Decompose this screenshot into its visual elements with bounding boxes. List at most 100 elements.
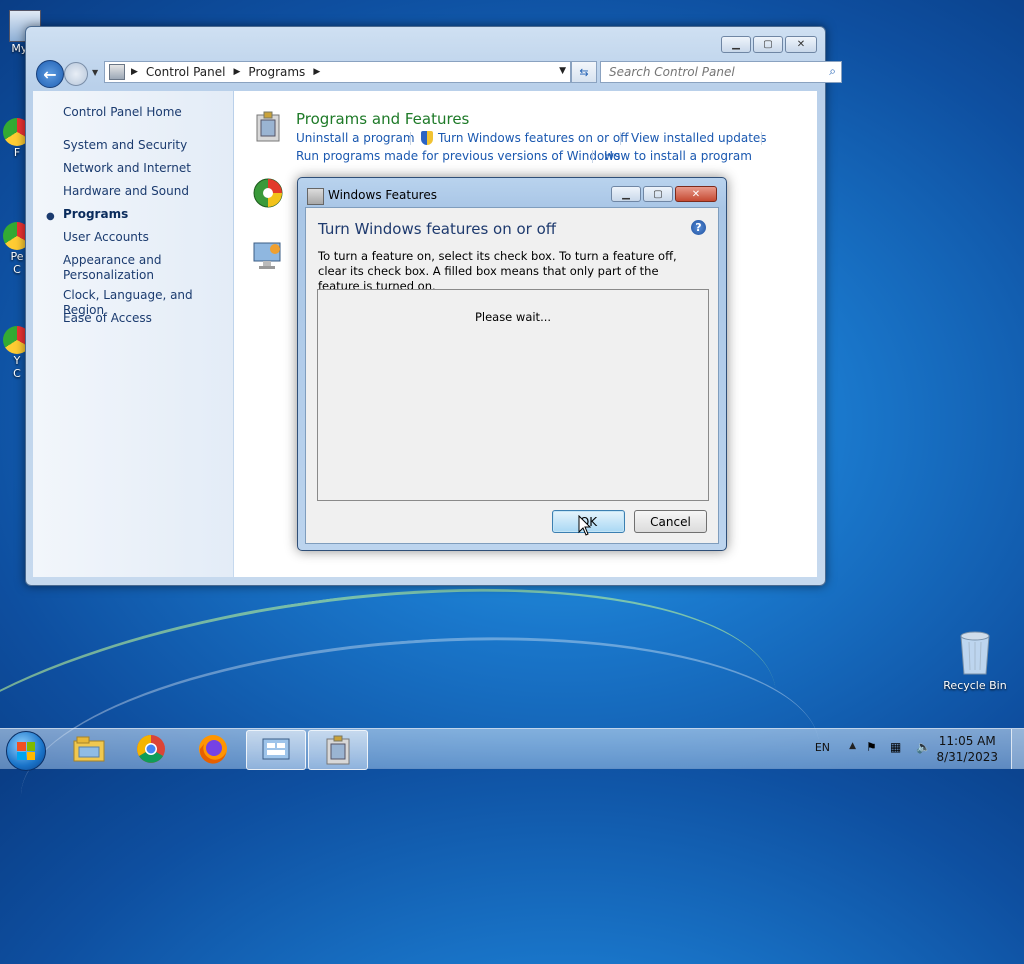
sidebar-item-control-panel-home[interactable]: Control Panel Home [63,105,182,120]
view-updates-link[interactable]: View installed updates [631,131,767,145]
action-center-flag-icon[interactable]: ⚑ [866,740,882,756]
windows-features-icon [307,188,324,205]
sidebar-item-hardware[interactable]: Hardware and Sound [63,184,189,199]
link-separator [592,150,593,163]
desktop-icon-label: F [13,146,21,159]
sidebar-item-user-accounts[interactable]: User Accounts [63,230,149,245]
how-to-install-link[interactable]: How to install a program [604,149,752,163]
maximize-button[interactable]: ▢ [753,36,783,53]
network-icon[interactable]: ▦ [890,740,906,756]
dialog-minimize-button[interactable]: ▁ [611,186,641,202]
uninstall-program-link[interactable]: Uninstall a program [296,131,415,145]
address-dropdown-icon[interactable]: ▼ [559,66,566,76]
sidebar-item-appearance[interactable]: Appearance and Personalization [63,253,161,283]
sidebar-item-system-security[interactable]: System and Security [63,138,187,153]
recycle-bin-icon [960,631,990,675]
search-icon[interactable]: ⌕ [829,64,836,79]
desktop-icon-recycle-bin[interactable]: Recycle Bin [940,630,1010,692]
minimize-icon: ▁ [732,39,740,50]
windows-features-link[interactable]: Turn Windows features on or off [438,131,629,145]
control-panel-icon [262,738,290,760]
show-desktop-button[interactable] [1011,729,1024,769]
dialog-description: To turn a feature on, select its check b… [318,249,677,293]
volume-muted-icon[interactable]: 🔈 [916,740,932,756]
breadcrumb-separator[interactable]: ▶ [131,67,138,77]
clock[interactable]: 11:05 AM 8/31/2023 [936,733,998,765]
dialog-heading: Turn Windows features on or off [318,220,557,238]
sidebar-item-network[interactable]: Network and Internet [63,161,191,176]
taskbar-explorer[interactable] [60,730,118,768]
recent-pages-dropdown[interactable]: ▼ [92,68,98,77]
taskbar: EN ▲ ⚑ ▦ 🔈 11:05 AM 8/31/2023 [0,728,1024,771]
cancel-button[interactable]: Cancel [634,510,707,533]
sidebar: Control Panel Home System and Security N… [33,91,233,577]
dialog-body: Turn Windows features on or off ? To tur… [305,207,719,544]
desktop-icon-label: Y [13,354,21,367]
breadcrumb-separator[interactable]: ▶ [234,67,241,77]
sidebar-item-label: Appearance and [63,253,162,267]
windows-logo-icon [17,742,35,760]
language-indicator[interactable]: EN [815,741,830,754]
chrome-icon [137,735,165,763]
forward-button[interactable] [64,62,88,86]
run-older-programs-link[interactable]: Run programs made for previous versions … [296,149,620,163]
search-box[interactable]: ⌕ [600,61,842,83]
dialog-close-button[interactable]: ✕ [675,186,717,202]
back-button[interactable]: ← [36,60,64,88]
explorer-icon [73,736,105,762]
maximize-icon: ▢ [763,39,773,50]
address-bar[interactable]: ▶ Control Panel ▶ Programs ▶ ▼ [104,61,571,83]
refresh-icon: ⇆ [579,65,589,79]
desktop-gadgets-icon[interactable] [252,239,284,271]
dialog-caption-buttons: ▁ ▢ ✕ [611,186,717,202]
clock-date: 8/31/2023 [936,750,998,764]
features-tree[interactable]: Please wait... [317,289,709,501]
programs-features-title[interactable]: Programs and Features [296,110,469,128]
minimize-icon: ▁ [622,188,630,200]
link-separator [620,132,621,145]
desktop-icon-label: C [13,367,21,380]
active-bullet: ● [46,211,55,222]
help-icon[interactable]: ? [691,220,706,235]
sidebar-item-label: Personalization [63,268,154,282]
close-button[interactable]: ✕ [785,36,817,53]
search-input[interactable] [607,62,821,82]
mouse-cursor-icon [578,515,592,536]
refresh-button[interactable]: ⇆ [571,61,597,83]
link-separator [761,132,762,145]
breadcrumb-control-panel[interactable]: Control Panel [146,65,226,79]
default-programs-icon[interactable] [252,177,284,209]
system-tray: EN ▲ ⚑ ▦ 🔈 11:05 AM 8/31/2023 [784,729,1024,769]
breadcrumb-programs[interactable]: Programs [248,65,305,79]
minimize-button[interactable]: ▁ [721,36,751,53]
clock-time: 11:05 AM [938,734,996,748]
taskbar-control-panel[interactable] [246,730,306,770]
close-icon: ✕ [691,188,701,200]
breadcrumb-separator[interactable]: ▶ [313,67,320,77]
programs-features-icon[interactable] [252,111,284,143]
sidebar-item-programs[interactable]: Programs [63,207,128,222]
taskbar-windows-features[interactable] [308,730,368,770]
show-hidden-icons-button[interactable]: ▲ [849,741,856,751]
window-caption-buttons: ▁ ▢ ✕ [721,36,817,53]
maximize-icon: ▢ [653,188,663,200]
recycle-bin-label: Recycle Bin [943,679,1007,692]
windows-features-dialog: Windows Features ▁ ▢ ✕ Turn Windows feat… [297,177,727,551]
taskbar-chrome[interactable] [122,730,180,768]
desktop-icon-label: Pe [10,250,24,263]
dialog-maximize-button[interactable]: ▢ [643,186,673,202]
dialog-title: Windows Features [328,188,437,202]
desktop-icon-label: C [13,263,21,276]
control-panel-icon [109,64,125,80]
navigation-bar: ← ▼ ▶ Control Panel ▶ Programs ▶ ▼ ⇆ ⌕ [34,60,842,88]
taskbar-firefox[interactable] [184,730,242,768]
start-button[interactable] [6,731,46,771]
back-arrow-icon: ← [43,64,57,84]
sidebar-item-ease-of-access[interactable]: Ease of Access [63,311,152,326]
loading-status: Please wait... [474,310,552,324]
link-separator [410,132,411,145]
shield-icon [421,131,433,145]
windows-features-icon [326,735,350,765]
close-icon: ✕ [796,39,806,50]
firefox-icon [199,735,227,764]
